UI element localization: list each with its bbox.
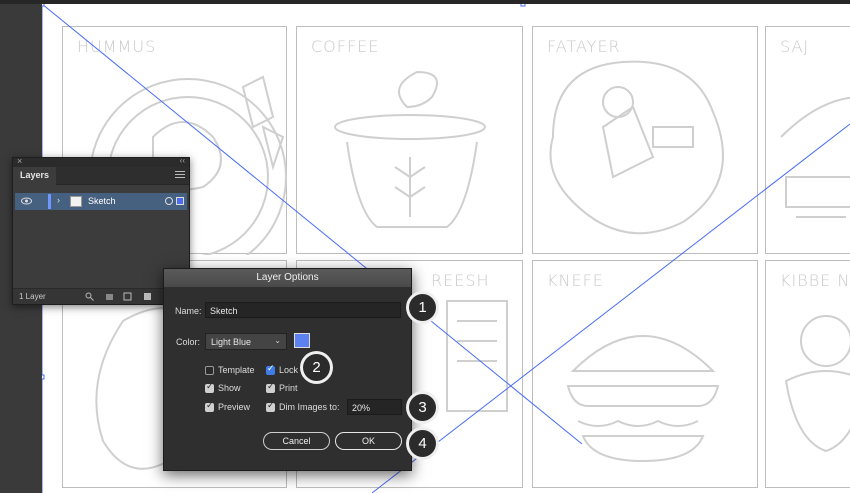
kibbe-sketch [784,315,850,453]
coffee-sketch [334,70,486,228]
panel-titlebar[interactable]: × ‹‹ [13,156,189,167]
tab-layers[interactable]: Layers [13,167,57,185]
ok-button[interactable]: OK [335,432,402,450]
show-label: Show [218,383,241,393]
print-checkbox[interactable] [266,382,275,393]
template-label: Template [218,365,255,375]
layer-thumbnail [70,196,82,207]
color-select-value: Light Blue [211,337,252,347]
layer-name[interactable]: Sketch [88,196,116,206]
cancel-button[interactable]: Cancel [263,432,330,450]
panel-menu-icon[interactable] [175,171,185,180]
selection-indicator[interactable] [176,197,184,205]
callout-4: 4 [409,430,436,457]
layer-options-dialog[interactable]: Layer Options Name: Sketch Color: Light … [163,268,412,471]
show-checkbox[interactable] [205,382,214,393]
search-icon[interactable] [85,292,94,301]
template-checkbox[interactable] [205,366,214,375]
name-label: Name: [175,306,202,316]
knefe-sketch [566,335,720,463]
dialog-title: Layer Options [164,269,411,287]
callout-3: 3 [409,394,436,421]
sketch-tile: COFFEE [296,26,523,254]
sketch-tile: KNEFE [532,260,758,488]
sketch-tile: KIBBE N [765,260,850,488]
target-icon[interactable] [165,197,173,205]
preview-checkbox[interactable] [205,401,214,412]
color-swatch[interactable] [294,333,310,348]
callout-1: 1 [409,294,436,321]
dim-images-label: Dim Images to: [279,402,340,412]
print-label: Print [279,383,298,393]
eye-icon[interactable] [21,197,32,207]
lock-checkbox[interactable] [266,364,275,375]
layer-row-sketch[interactable]: › Sketch [15,193,187,210]
name-field[interactable]: Sketch [205,302,401,318]
layer-count: 1 Layer [19,292,46,301]
callout-2: 2 [303,354,330,381]
dim-images-field[interactable]: 20% [347,399,402,415]
color-select[interactable]: Light Blue ⌄ [205,333,287,350]
saj-sketch [780,96,850,218]
chevron-down-icon: ⌄ [274,336,281,345]
clip-icon[interactable] [105,292,114,301]
panel-tab-row: Layers [13,167,189,185]
new-layer-icon[interactable] [143,292,152,301]
dim-images-checkbox[interactable] [266,401,275,412]
fatayer-sketch [549,60,724,235]
preview-label: Preview [218,402,251,412]
collapse-icon[interactable]: ‹‹ [180,156,185,165]
lock-label: Lock [279,365,299,375]
chevron-right-icon[interactable]: › [57,195,60,205]
color-label: Color: [176,337,201,347]
new-sublayer-icon[interactable] [123,292,132,301]
close-icon[interactable]: × [17,156,22,166]
sketch-tile: FATAYER [532,26,758,254]
sketch-tile: SAJ [765,26,850,254]
layer-color-bar [48,194,51,209]
